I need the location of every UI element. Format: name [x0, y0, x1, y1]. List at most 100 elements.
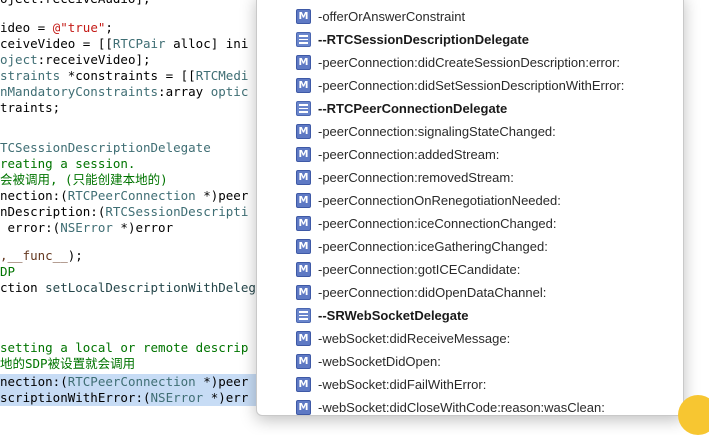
jump-menu-method[interactable]: M -peerConnection:didSetSessionDescriptio… — [257, 74, 683, 97]
code-token: oject:receiveAudio]; — [0, 0, 151, 6]
code-token: setting a local or remote descrip — [0, 340, 249, 355]
jump-menu-method[interactable]: M -peerConnection:removedStream: — [257, 166, 683, 189]
jump-menu-method[interactable]: M -peerConnection:signalingStateChanged: — [257, 120, 683, 143]
jump-menu-label: -webSocket:didReceiveMessage: — [318, 331, 511, 346]
code-token: ideo = — [0, 20, 53, 35]
code-token: error:( — [0, 220, 61, 235]
jump-menu-label: -peerConnection:iceConnectionChanged: — [318, 216, 557, 231]
method-icon: M — [296, 78, 311, 93]
method-icon: M — [296, 124, 311, 139]
jump-menu-section[interactable]: --RTCSessionDescriptionDelegate — [257, 28, 683, 51]
method-icon: M — [296, 193, 311, 208]
code-token: nMandatoryConstraints — [0, 84, 159, 99]
jump-menu-method[interactable]: M -peerConnection:iceGatheringChanged: — [257, 235, 683, 258]
code-token: *constraints = [[ — [60, 68, 196, 83]
code-line: oject:receiveAudio]; — [0, 0, 262, 7]
code-line: setting a local or remote descrip — [0, 340, 262, 356]
code-line: TCSessionDescriptionDelegate — [0, 140, 262, 156]
code-token: RTCPeerConnection — [67, 374, 196, 389]
list-bar — [299, 35, 308, 37]
method-icon: M — [296, 170, 311, 185]
code-token: alloc] ini — [165, 36, 249, 51]
code-token: ction — [0, 280, 46, 295]
code-token: oject — [0, 52, 38, 67]
method-icon: M — [296, 55, 311, 70]
code-token: ,__func__ — [0, 248, 68, 263]
code-line: ction setLocalDescriptionWithDeleg — [0, 280, 262, 296]
jump-menu-method[interactable]: M -peerConnection:didCreateSessionDescrip… — [257, 51, 683, 74]
code-line: ideo = @"true"; — [0, 20, 262, 36]
code-line: oject:receiveVideo]; — [0, 52, 262, 68]
jump-menu-label: -peerConnection:removedStream: — [318, 170, 514, 185]
code-token: RTCPair — [112, 36, 166, 51]
code-token: straints — [0, 68, 61, 83]
jump-menu-label: -peerConnection:signalingStateChanged: — [318, 124, 556, 139]
method-icon: M — [296, 9, 311, 24]
list-bar — [299, 318, 308, 320]
jump-menu-method[interactable]: M -peerConnection:gotICECandidate: — [257, 258, 683, 281]
code-token: NSError — [60, 220, 113, 235]
list-bar — [299, 104, 308, 106]
code-token: @"true" — [52, 20, 106, 35]
code-token: :array — [158, 84, 211, 99]
jump-menu-method[interactable]: M -peerConnectionOnRenegotiationNeeded: — [257, 189, 683, 212]
code-token: ); — [67, 248, 83, 263]
code-token: *)err — [203, 390, 249, 405]
code-token: ; — [105, 20, 113, 35]
list-bar — [299, 42, 308, 44]
code-line: DP — [0, 264, 262, 280]
jump-menu-section[interactable]: --RTCPeerConnectionDelegate — [257, 97, 683, 120]
jump-menu-label: -peerConnection:didOpenDataChannel: — [318, 285, 547, 300]
notification-badge — [678, 395, 709, 435]
jump-menu-method[interactable]: M -webSocket:didFailWithError: — [257, 373, 683, 396]
code-token: *)error — [112, 220, 174, 235]
list-bar — [299, 111, 308, 113]
code-line: scriptionWithError:(NSError *)err — [0, 390, 262, 406]
code-line: ,__func__); — [0, 248, 262, 264]
jump-menu-label: -webSocket:didFailWithError: — [318, 377, 487, 392]
method-icon: M — [296, 400, 311, 415]
code-token: RTCPeerConnection — [67, 188, 196, 203]
method-icon: M — [296, 147, 311, 162]
jump-menu-method[interactable]: M -peerConnection:addedStream: — [257, 143, 683, 166]
code-line: nMandatoryConstraints:array optic — [0, 84, 262, 100]
code-token: optic — [210, 84, 249, 99]
jump-menu-label: --RTCPeerConnectionDelegate — [318, 101, 508, 116]
method-icon: M — [296, 216, 311, 231]
jump-menu-label: -peerConnection:iceGatheringChanged: — [318, 239, 548, 254]
jump-menu-method[interactable]: M -webSocketDidOpen: — [257, 350, 683, 373]
jump-menu-label: -peerConnection:didCreateSessionDescript… — [318, 55, 621, 70]
code-token: RTCSessionDescripti — [105, 204, 249, 219]
code-line: nection:(RTCPeerConnection *)peer — [0, 374, 262, 390]
section-list-icon — [296, 32, 311, 47]
code-token: TCSessionDescriptionDelegate — [0, 140, 211, 155]
jump-menu-label: -webSocketDidOpen: — [318, 354, 441, 369]
jump-menu-method[interactable]: M -peerConnection:didOpenDataChannel: — [257, 281, 683, 304]
code-token: 地的SDP被设置就会调用 — [0, 356, 136, 371]
code-token: nection:( — [0, 188, 68, 203]
list-bar — [299, 311, 308, 313]
code-line: nDescription:(RTCSessionDescripti — [0, 204, 262, 220]
code-line: error:(NSError *)error — [0, 220, 262, 236]
list-bar — [299, 107, 308, 110]
code-token: *)peer — [195, 188, 249, 203]
code-token: scriptionWithError:( — [0, 390, 151, 405]
method-icon: M — [296, 331, 311, 346]
jump-menu-section[interactable]: --SRWebSocketDelegate — [257, 304, 683, 327]
code-line: ceiveVideo = [[RTCPair alloc] ini — [0, 36, 262, 52]
jump-menu-method[interactable]: M -webSocket:didReceiveMessage: — [257, 327, 683, 350]
jump-menu-method[interactable]: M -webSocket:didCloseWithCode:reason:wasC… — [257, 396, 683, 415]
jump-menu-label: -peerConnection:didSetSessionDescription… — [318, 78, 625, 93]
jump-menu-label: -peerConnection:addedStream: — [318, 147, 500, 162]
code-line: nection:(RTCPeerConnection *)peer — [0, 188, 262, 204]
jump-menu-method[interactable]: M -peerConnection:iceConnectionChanged: — [257, 212, 683, 235]
code-token: NSError — [150, 390, 204, 405]
jump-bar-popup: M -offerOrAnswerConstraint --RTCSessionDes… — [256, 0, 684, 416]
jump-menu-label: -offerOrAnswerConstraint — [318, 9, 466, 24]
method-icon: M — [296, 354, 311, 369]
method-icon: M — [296, 239, 311, 254]
jump-menu-method[interactable]: M -offerOrAnswerConstraint — [257, 5, 683, 28]
code-line: 会被调用, (只能创建本地的) — [0, 172, 262, 188]
jump-menu-label: -peerConnectionOnRenegotiationNeeded: — [318, 193, 561, 208]
code-line: 地的SDP被设置就会调用 — [0, 356, 262, 372]
